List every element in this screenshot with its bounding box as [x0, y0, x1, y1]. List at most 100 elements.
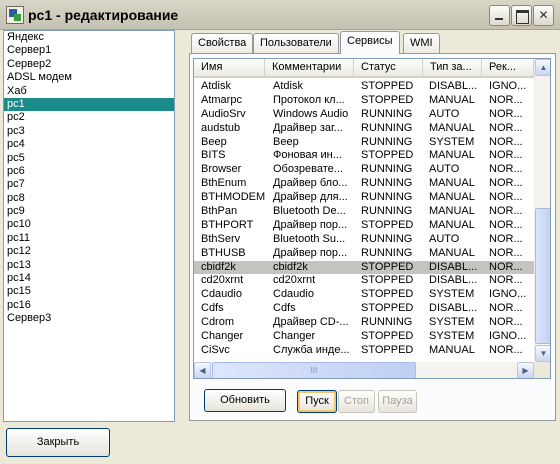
scroll-left-button[interactable]: ◀ — [194, 362, 211, 378]
vertical-scroll-thumb[interactable] — [535, 208, 550, 344]
service-status-cell: RUNNING — [361, 121, 413, 134]
close-window-button[interactable]: ✕ — [533, 5, 554, 26]
service-comment-cell: Beep — [273, 135, 299, 148]
service-start-type-cell: MANUAL — [429, 191, 475, 204]
service-row[interactable]: AudioSrv Windows Audio RUNNING AUTO NOR... — [194, 108, 534, 122]
tab-properties[interactable]: Свойства — [191, 33, 254, 53]
service-name-cell: BthPan — [201, 205, 238, 218]
refresh-button[interactable]: Обновить — [204, 389, 286, 412]
close-icon: ✕ — [538, 8, 549, 22]
column-header-comments[interactable]: Комментарии — [265, 59, 354, 76]
scroll-down-button[interactable]: ▼ — [535, 345, 550, 362]
service-start-type-cell: MANUAL — [429, 93, 475, 106]
host-list-item[interactable]: ADSL модем — [4, 71, 174, 84]
host-list-item[interactable]: pc1 — [4, 97, 174, 112]
vertical-scrollbar[interactable]: ▲ ▼ — [534, 59, 550, 362]
title-bar[interactable]: pc1 - редактирование ✕ — [0, 0, 560, 30]
service-row[interactable]: Cdaudio Cdaudio STOPPED SYSTEM IGNO... — [194, 288, 534, 302]
service-name-cell: AudioSrv — [201, 107, 246, 120]
service-comment-cell: Драйвер пор... — [273, 246, 348, 259]
service-recovery-cell: NOR... — [489, 274, 523, 287]
service-row[interactable]: Cdfs Cdfs STOPPED DISABL... NOR... — [194, 302, 534, 316]
service-row[interactable]: BTHPORT Драйвер пор... STOPPED MANUAL NOR... — [194, 219, 534, 233]
service-row[interactable]: Atdisk Atdisk STOPPED DISABL... IGNO... — [194, 80, 534, 94]
column-header-name[interactable]: Имя — [194, 59, 265, 76]
host-list-item[interactable]: pc9 — [4, 205, 174, 218]
host-list-item[interactable]: pc14 — [4, 272, 174, 285]
service-row[interactable]: audstub Драйвер заг... RUNNING MANUAL NOR... — [194, 122, 534, 136]
service-row[interactable]: Changer Changer STOPPED SYSTEM IGNO... — [194, 330, 534, 344]
host-list-item[interactable]: pc7 — [4, 178, 174, 191]
service-row[interactable]: Atmarpc Протокол кл... STOPPED MANUAL NOR... — [194, 94, 534, 108]
arrow-right-icon: ▶ — [522, 366, 529, 375]
tab-users[interactable]: Пользователи — [253, 33, 339, 53]
host-list-item[interactable]: Хаб — [4, 85, 174, 98]
service-recovery-cell: NOR... — [489, 316, 523, 329]
column-header-status[interactable]: Статус — [354, 59, 423, 76]
service-comment-cell: Драйвер заг... — [273, 121, 343, 134]
horizontal-scrollbar[interactable]: ◀ III ▶ — [194, 362, 534, 378]
host-list-item[interactable]: pc15 — [4, 285, 174, 298]
maximize-button[interactable] — [511, 5, 532, 26]
host-list-item[interactable]: pc8 — [4, 192, 174, 205]
service-start-type-cell: DISABL... — [429, 302, 478, 315]
service-start-type-cell: AUTO — [429, 232, 460, 245]
start-button[interactable]: Пуск — [297, 390, 337, 413]
host-list-item[interactable]: Яндекс — [4, 31, 174, 44]
service-name-cell: Cdrom — [201, 316, 235, 329]
service-comment-cell: Драйвер CD-... — [273, 316, 349, 329]
service-row[interactable]: Cdrom Драйвер CD-... RUNNING SYSTEM NOR... — [194, 316, 534, 330]
host-list-item[interactable]: pc3 — [4, 125, 174, 138]
host-list-item[interactable]: pc5 — [4, 152, 174, 165]
service-row[interactable]: Browser Обозревате... RUNNING AUTO NOR... — [194, 163, 534, 177]
host-list-item[interactable]: pc11 — [4, 232, 174, 245]
service-recovery-cell: NOR... — [489, 149, 523, 162]
service-row[interactable]: cbidf2k cbidf2k STOPPED DISABL... NOR... — [194, 260, 534, 275]
service-start-type-cell: MANUAL — [429, 149, 475, 162]
scrollbar-corner — [534, 362, 550, 378]
tab-services[interactable]: Сервисы — [340, 31, 400, 54]
service-row[interactable]: BTHMODEM Драйвер для... RUNNING MANUAL NOR..… — [194, 191, 534, 205]
service-row[interactable]: BTHUSB Драйвер пор... RUNNING MANUAL NOR... — [194, 247, 534, 261]
host-list[interactable]: Яндекс Сервер1 Сервер2 ADSL модем Хаб pc1 pc2 p… — [3, 30, 175, 422]
host-list-item[interactable]: Сервер3 — [4, 312, 174, 325]
service-start-type-cell: SYSTEM — [429, 316, 475, 329]
host-list-item[interactable]: pc12 — [4, 245, 174, 258]
column-header-recovery[interactable]: Рек... — [482, 59, 534, 76]
host-list-item[interactable]: Сервер1 — [4, 44, 174, 57]
stop-button[interactable]: Стоп — [338, 390, 375, 413]
service-row[interactable]: BthServ Bluetooth Su... RUNNING AUTO NOR... — [194, 233, 534, 247]
column-header-start-type[interactable]: Тип за... — [423, 59, 482, 76]
pause-button[interactable]: Пауза — [378, 390, 417, 413]
service-row[interactable]: Beep Beep RUNNING SYSTEM NOR... — [194, 136, 534, 150]
minimize-button[interactable] — [489, 5, 510, 26]
service-recovery-cell: NOR... — [489, 177, 523, 190]
service-name-cell: BTHPORT — [201, 218, 254, 231]
host-list-item[interactable]: pc2 — [4, 111, 174, 124]
host-list-item[interactable]: pc6 — [4, 165, 174, 178]
service-comment-cell: cbidf2k — [273, 260, 308, 273]
host-list-item[interactable]: pc4 — [4, 138, 174, 151]
scroll-up-button[interactable]: ▲ — [535, 59, 550, 76]
service-row[interactable]: cd20xrnt cd20xrnt STOPPED DISABL... NOR... — [194, 274, 534, 288]
tab-wmi[interactable]: WMI — [403, 33, 440, 53]
service-comment-cell: Cdfs — [273, 302, 296, 315]
host-list-item[interactable]: Сервер2 — [4, 58, 174, 71]
close-button[interactable]: Закрыть — [6, 428, 110, 457]
host-list-item[interactable]: pc13 — [4, 259, 174, 272]
service-row[interactable]: BthEnum Драйвер бло... RUNNING MANUAL NOR... — [194, 177, 534, 191]
service-name-cell: BITS — [201, 149, 226, 162]
service-status-cell: RUNNING — [361, 191, 413, 204]
host-list-item[interactable]: pc10 — [4, 218, 174, 231]
service-recovery-cell: NOR... — [489, 205, 523, 218]
service-name-cell: CiSvc — [201, 343, 230, 356]
service-row[interactable]: BITS Фоновая ин... STOPPED MANUAL NOR... — [194, 149, 534, 163]
host-list-item[interactable]: pc16 — [4, 299, 174, 312]
service-row[interactable]: CiSvc Служба инде... STOPPED MANUAL NOR... — [194, 344, 534, 358]
horizontal-scroll-thumb[interactable]: III — [212, 362, 416, 378]
window-title: pc1 - редактирование — [28, 7, 179, 23]
service-start-type-cell: SYSTEM — [429, 135, 475, 148]
service-row[interactable]: BthPan Bluetooth De... RUNNING MANUAL NOR... — [194, 205, 534, 219]
scroll-right-button[interactable]: ▶ — [517, 362, 534, 378]
services-list[interactable]: Имя Комментарии Статус Тип за... Рек... … — [193, 58, 551, 379]
